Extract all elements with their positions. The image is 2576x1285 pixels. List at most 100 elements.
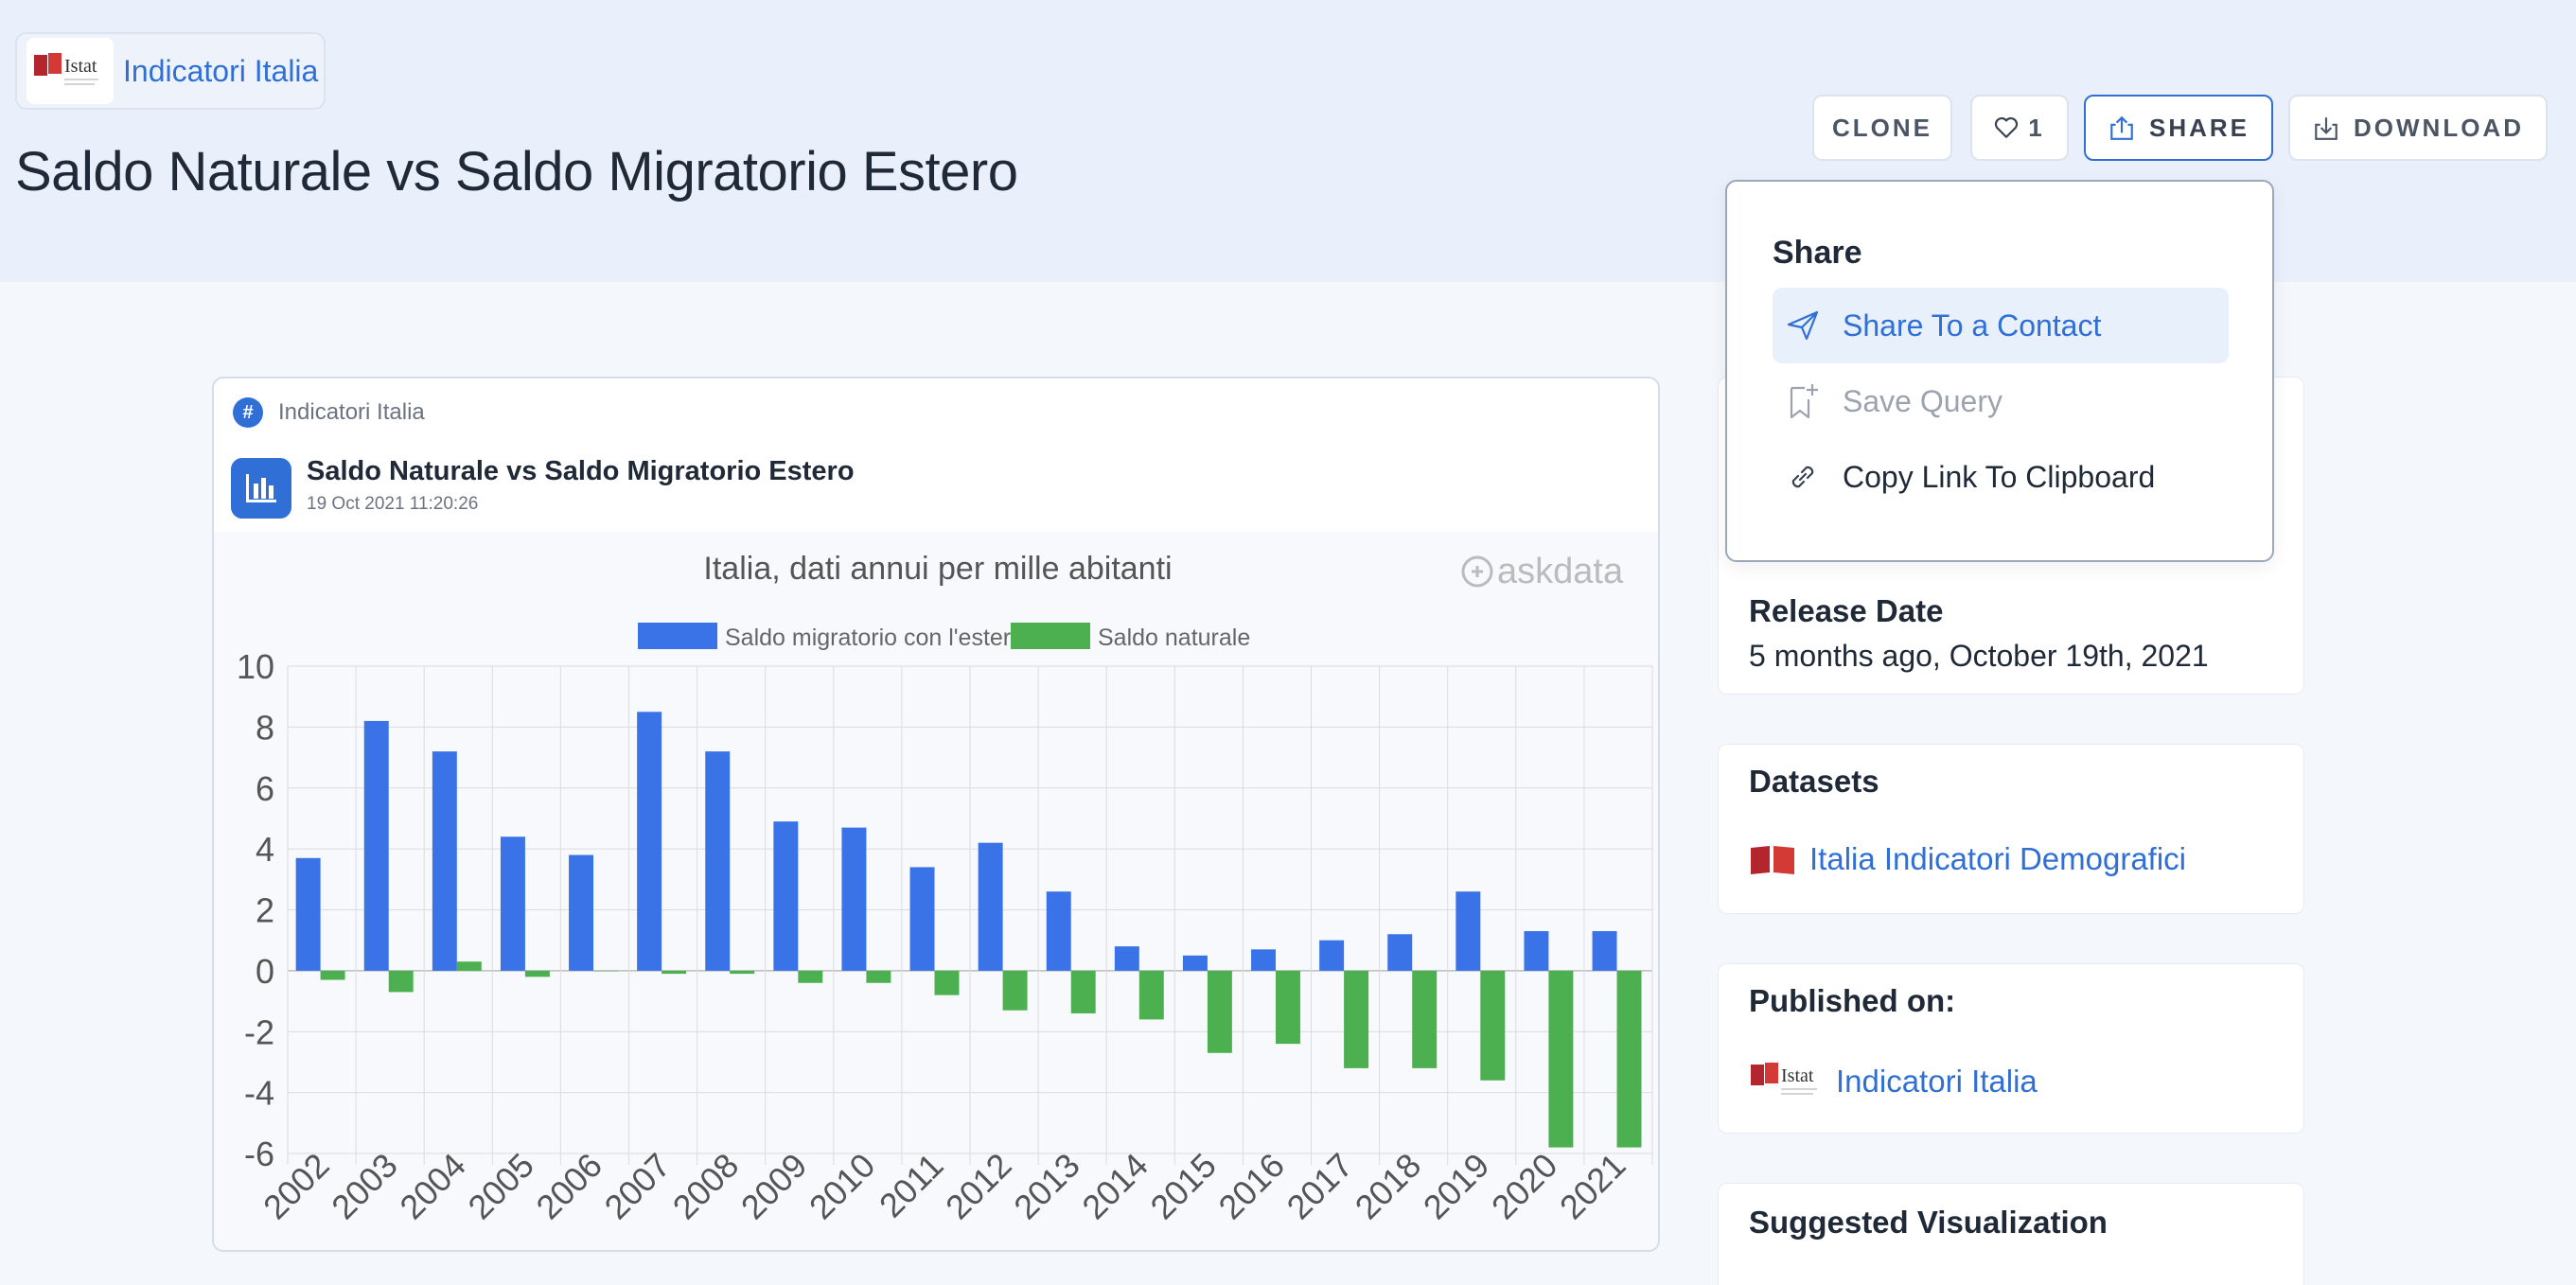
bar: [1046, 891, 1071, 971]
menu-item-label: Share To a Contact: [1843, 308, 2102, 343]
bar-chart: Italia, dati annui per mille abitanti as…: [237, 551, 1653, 1227]
bar-chart-icon: [231, 458, 291, 519]
send-icon: [1787, 310, 1819, 341]
card-tag[interactable]: # Indicatori Italia: [233, 397, 425, 428]
chart-card: # Indicatori Italia Saldo Naturale vs Sa…: [212, 377, 1660, 1252]
logo-wordmark: Istat: [64, 56, 97, 77]
chart-area: Italia, dati annui per mille abitanti as…: [214, 532, 1658, 1250]
menu-item-label: Save Query: [1843, 383, 2003, 418]
bar: [730, 970, 755, 975]
bar: [1456, 891, 1481, 971]
bar: [500, 836, 525, 971]
bar: [637, 712, 662, 971]
bar: [1344, 970, 1369, 1068]
x-tick-label: 2014: [1074, 1146, 1156, 1227]
bar: [1412, 970, 1438, 1068]
x-tick-label: 2017: [1279, 1146, 1361, 1227]
clone-button[interactable]: CLONE: [1812, 95, 1952, 161]
x-tick-label: 2007: [597, 1146, 679, 1227]
y-tick-label: 6: [256, 769, 274, 808]
bar: [569, 854, 594, 971]
bar: [1480, 970, 1506, 1081]
bar: [1616, 970, 1642, 1148]
bar: [432, 751, 457, 971]
download-icon: [2315, 117, 2338, 140]
x-tick-label: 2009: [733, 1146, 815, 1227]
y-tick-label: 2: [256, 891, 274, 930]
dataset-link[interactable]: Italia Indicatori Demografici: [1749, 841, 2186, 877]
published-link[interactable]: Istat Indicatori Italia: [1749, 1059, 2038, 1104]
y-tick-label: -2: [244, 1012, 274, 1051]
x-tick-label: 2016: [1210, 1146, 1292, 1227]
dataset-name[interactable]: Italia Indicatori Demografici: [1809, 841, 2186, 877]
x-tick-label: 2005: [460, 1146, 541, 1227]
bar: [593, 970, 618, 972]
y-tick-label: 4: [256, 830, 274, 869]
bar: [1592, 931, 1617, 971]
suggested-label: Suggested Visualization: [1749, 1205, 2108, 1240]
bookmark-plus-icon: [1790, 384, 1818, 419]
bar: [1114, 946, 1139, 971]
clone-label: CLONE: [1832, 113, 1932, 142]
bar: [934, 970, 960, 995]
bar: [1002, 970, 1028, 1011]
bar: [866, 970, 891, 983]
x-tick-label: 2003: [324, 1146, 405, 1227]
published-label: Published on:: [1749, 983, 1956, 1018]
logo-wordmark: Istat: [1781, 1065, 1814, 1086]
legend-swatch: [638, 623, 717, 649]
card-title: Saldo Naturale vs Saldo Migratorio Ester…: [307, 456, 855, 486]
x-tick-label: 2008: [665, 1146, 747, 1227]
bar: [978, 842, 1003, 971]
askdata-watermark: askdata: [1461, 552, 1624, 591]
menu-item-copy-link[interactable]: Copy Link To Clipboard: [1773, 439, 2229, 515]
card-date: 19 Oct 2021 11:20:26: [307, 494, 479, 514]
published-panel: Published on: Istat Indicatori Italia: [1718, 963, 2304, 1134]
share-menu-title: Share: [1773, 235, 1862, 271]
bar: [1319, 940, 1345, 971]
bar: [1548, 970, 1574, 1148]
brand-badge[interactable]: Istat Indicatori Italia: [15, 32, 326, 110]
heart-icon: [1995, 116, 2019, 138]
hash-icon: #: [233, 397, 263, 428]
menu-item-save-query[interactable]: Save Query: [1773, 363, 2229, 439]
download-button[interactable]: DOWNLOAD: [2288, 95, 2548, 161]
published-name[interactable]: Indicatori Italia: [1836, 1064, 2038, 1100]
brand-name[interactable]: Indicatori Italia: [123, 54, 318, 89]
bar: [1138, 970, 1164, 1020]
bar: [1182, 955, 1208, 971]
x-tick-label: 2019: [1416, 1146, 1497, 1227]
y-tick-label: -6: [244, 1135, 274, 1173]
legend-swatch: [1011, 623, 1090, 649]
y-tick-label: 10: [237, 647, 274, 686]
bar: [1387, 934, 1413, 971]
menu-item-label: Copy Link To Clipboard: [1843, 459, 2156, 494]
datasets-panel: Datasets Italia Indicatori Demografici: [1718, 744, 2304, 914]
like-button[interactable]: 1: [1970, 95, 2069, 161]
link-icon: [1791, 466, 1814, 488]
x-axis-ticks: 2002200320042005200620072008200920102011…: [256, 1146, 1633, 1227]
release-date-value: 5 months ago, October 19th, 2021: [1749, 639, 2209, 673]
bar: [705, 751, 731, 971]
x-tick-label: 2021: [1552, 1146, 1633, 1227]
x-tick-label: 2018: [1348, 1146, 1429, 1227]
y-axis-ticks: 10 8 6 4 2 0 -2 -4 -6: [237, 647, 274, 1173]
legend-label: Saldo migratorio con l'estero: [725, 625, 1024, 651]
legend-label: Saldo naturale: [1098, 625, 1250, 651]
bar: [1276, 970, 1300, 1045]
x-tick-label: 2006: [528, 1146, 609, 1227]
y-tick-label: -4: [244, 1074, 274, 1113]
bar: [295, 857, 321, 971]
x-tick-label: 2012: [938, 1146, 1019, 1227]
chart-grid: [287, 665, 1653, 1165]
watermark-text: askdata: [1497, 552, 1624, 591]
share-label: SHARE: [2148, 113, 2250, 142]
chart-bars: [295, 712, 1642, 1148]
share-button[interactable]: SHARE: [2084, 95, 2273, 161]
x-tick-label: 2004: [392, 1146, 473, 1227]
bar: [1524, 931, 1549, 971]
y-tick-label: 0: [256, 952, 274, 991]
x-tick-label: 2015: [1142, 1146, 1224, 1227]
menu-item-share-contact[interactable]: Share To a Contact: [1773, 288, 2229, 363]
download-label: DOWNLOAD: [2354, 113, 2524, 142]
